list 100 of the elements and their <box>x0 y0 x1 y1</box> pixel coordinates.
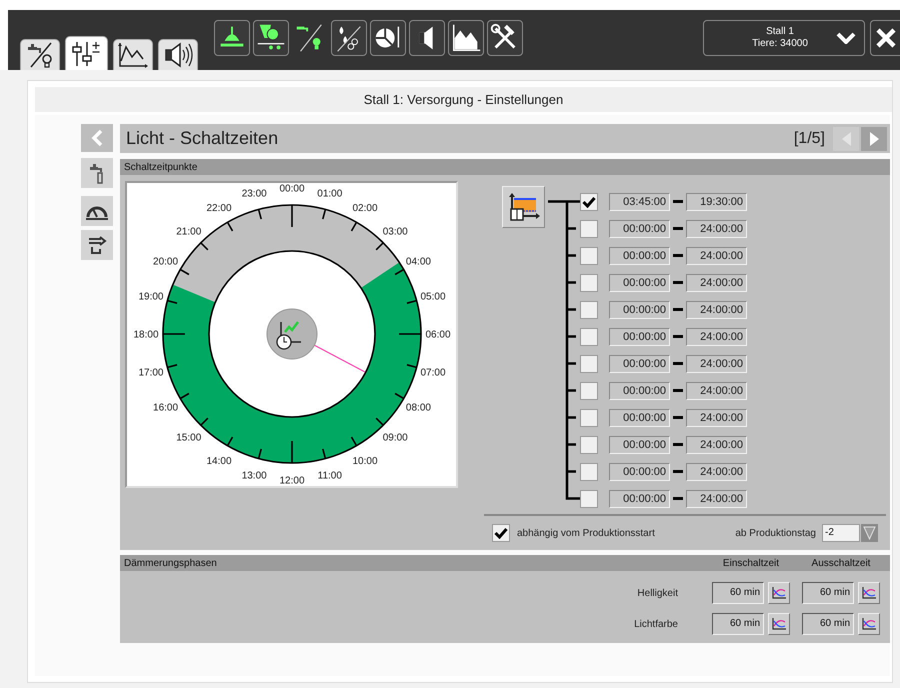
end-time-field[interactable]: 24:00:00 <box>686 382 747 400</box>
tab[interactable] <box>65 36 108 70</box>
next-button[interactable] <box>861 126 887 150</box>
duration-field[interactable]: 60 min <box>712 613 764 635</box>
hour-label: 01:00 <box>317 188 342 200</box>
curve-chart-icon <box>772 618 786 630</box>
start-time-field[interactable]: 00:00:00 <box>609 354 670 372</box>
curve-chart-icon <box>772 587 786 599</box>
curve-button[interactable] <box>858 613 880 635</box>
hour-label: 04:00 <box>406 256 431 268</box>
checkbox[interactable] <box>580 328 598 346</box>
hour-label: 21:00 <box>176 226 202 238</box>
toolbar-button[interactable] <box>253 20 289 56</box>
start-time-field[interactable]: 00:00:00 <box>609 408 670 426</box>
start-time-field[interactable]: 00:00:00 <box>609 436 670 454</box>
tap-icon <box>88 162 106 184</box>
end-time-field[interactable]: 19:30:00 <box>686 192 747 210</box>
curve-button[interactable] <box>768 613 790 635</box>
hour-label: 08:00 <box>406 402 431 414</box>
checkbox[interactable] <box>492 524 510 542</box>
hour-label: 14:00 <box>206 456 232 467</box>
checkbox[interactable] <box>580 246 598 264</box>
column-header: Einschaltzeit <box>722 556 780 570</box>
duration-field[interactable]: 60 min <box>802 582 854 604</box>
duration-field[interactable]: 60 min <box>802 613 854 635</box>
schedule-chart-button[interactable] <box>502 186 545 228</box>
duration-field[interactable]: 60 min <box>712 582 764 604</box>
end-time-field[interactable]: 24:00:00 <box>686 220 747 238</box>
time-needle <box>314 344 366 372</box>
curve-chart-icon <box>862 587 876 599</box>
hour-label: 19:00 <box>138 292 164 303</box>
checkbox[interactable] <box>580 354 598 372</box>
row-label: Helligkeit <box>637 586 678 600</box>
hour-label: 16:00 <box>153 402 178 414</box>
end-time-field[interactable]: 24:00:00 <box>686 408 747 426</box>
end-time-field[interactable]: 24:00:00 <box>686 274 747 292</box>
check-icon <box>582 196 596 208</box>
tab[interactable] <box>113 39 153 70</box>
toolbar-button[interactable] <box>409 20 445 56</box>
page-title: Stall 1: Versorgung - Einstellungen <box>364 90 564 109</box>
close-button[interactable] <box>870 20 900 56</box>
stall-name: Stall 1 <box>766 26 794 38</box>
toolbar-button[interactable] <box>331 20 367 56</box>
line-chart-icon <box>117 41 149 69</box>
triangle-down-icon <box>863 526 876 540</box>
column-header: Ausschaltzeit <box>810 556 872 570</box>
start-time-field[interactable]: 00:00:00 <box>609 382 670 400</box>
curve-button[interactable] <box>858 582 880 604</box>
hour-label: 00:00 <box>279 184 305 194</box>
checkbox[interactable] <box>580 408 598 426</box>
speaker-icon <box>163 41 193 69</box>
curve-button[interactable] <box>768 582 790 604</box>
end-time-field[interactable]: 24:00:00 <box>686 462 747 480</box>
hour-label: 13:00 <box>242 470 267 482</box>
hour-label: 03:00 <box>382 226 408 238</box>
hour-label: 07:00 <box>420 367 446 378</box>
checkbox[interactable] <box>580 192 598 210</box>
hour-label: 17:00 <box>138 367 164 378</box>
hour-label: 10:00 <box>352 456 378 467</box>
tab[interactable] <box>158 39 198 70</box>
end-time-field[interactable]: 24:00:00 <box>686 436 747 454</box>
start-time-field[interactable]: 00:00:00 <box>609 220 670 238</box>
start-time-field[interactable]: 00:00:00 <box>609 246 670 264</box>
checkbox[interactable] <box>580 300 598 318</box>
toolbar-button[interactable] <box>448 20 484 56</box>
heater-button[interactable] <box>81 230 113 260</box>
gauge-button[interactable] <box>81 196 113 226</box>
checkbox-label: abhängig vom Produktionsstart <box>517 526 655 540</box>
checkbox[interactable] <box>580 274 598 292</box>
clock-chart-icon[interactable] <box>266 308 318 360</box>
page-indicator: [1/5] <box>794 128 825 148</box>
hour-label: 15:00 <box>176 432 202 444</box>
end-time-field[interactable]: 24:00:00 <box>686 354 747 372</box>
end-time-field[interactable]: 24:00:00 <box>686 328 747 346</box>
start-time-field[interactable]: 00:00:00 <box>609 328 670 346</box>
field-label: ab Produktionstag <box>735 526 816 540</box>
close-icon <box>876 28 896 48</box>
hour-label: 05:00 <box>420 292 446 303</box>
start-time-field[interactable]: 00:00:00 <box>609 274 670 292</box>
hour-label: 23:00 <box>242 188 267 200</box>
start-time-field[interactable]: 00:00:00 <box>609 462 670 480</box>
checkbox[interactable] <box>580 436 598 454</box>
checkbox[interactable] <box>580 382 598 400</box>
tab[interactable] <box>20 39 60 70</box>
toolbar-button[interactable] <box>487 20 523 56</box>
end-time-field[interactable]: 24:00:00 <box>686 490 747 508</box>
checkbox[interactable] <box>580 220 598 238</box>
end-time-field[interactable]: 24:00:00 <box>686 246 747 264</box>
end-time-field[interactable]: 24:00:00 <box>686 300 747 318</box>
sliders-icon <box>70 40 102 68</box>
checkbox[interactable] <box>580 490 598 508</box>
start-time-field[interactable]: 00:00:00 <box>609 300 670 318</box>
stall-dropdown[interactable]: Stall 1 Tiere: 34000 <box>703 20 865 56</box>
start-time-field[interactable]: 00:00:00 <box>609 490 670 508</box>
tap-button[interactable] <box>81 158 113 188</box>
check-icon <box>494 527 508 539</box>
checkbox[interactable] <box>580 462 598 480</box>
hour-label: 22:00 <box>206 203 232 214</box>
toolbar-button[interactable] <box>370 20 406 56</box>
start-time-field[interactable]: 03:45:00 <box>609 192 670 210</box>
